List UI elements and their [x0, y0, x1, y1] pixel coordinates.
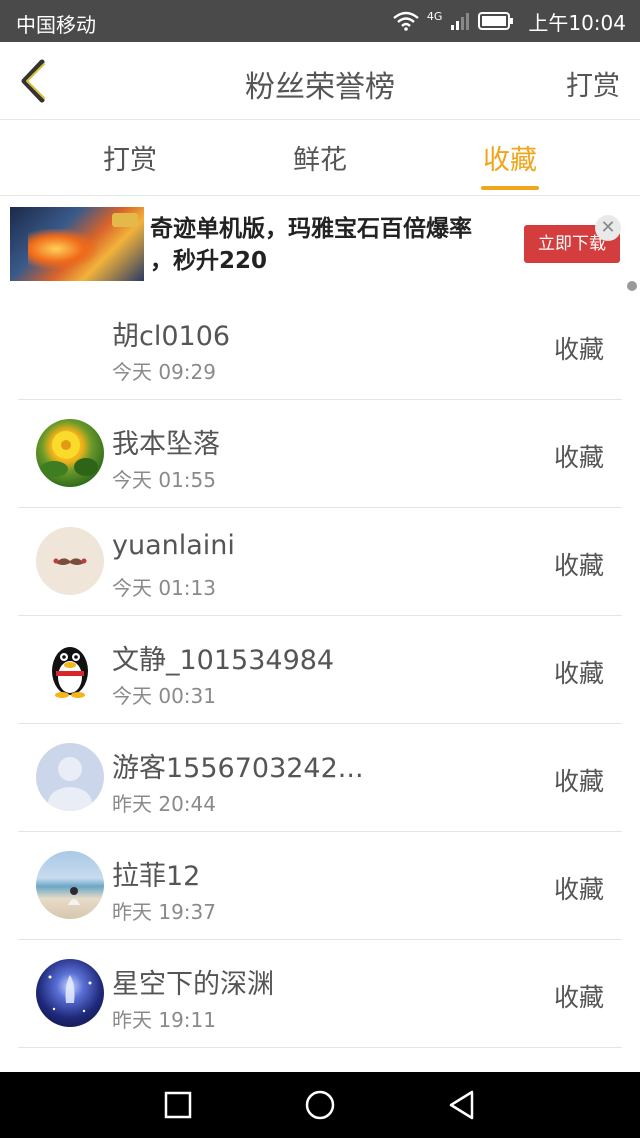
status-bar: 中国移动 4G 上午10:04 — [0, 0, 640, 42]
clock: 上午10:04 — [528, 10, 626, 35]
action-label: 收藏 — [553, 875, 604, 904]
list-item[interactable]: 星空下的深渊 昨天 19:11 收藏 — [0, 940, 640, 1048]
ad-indicator-dot — [627, 281, 637, 291]
default-user-icon — [48, 757, 92, 811]
app-header: 粉丝荣誉榜 打赏 — [0, 42, 640, 120]
avatar[interactable] — [36, 527, 104, 595]
battery-icon — [478, 12, 514, 30]
page-title: 粉丝荣誉榜 — [245, 70, 395, 105]
list-item[interactable]: 我本坠落 今天 01:55 收藏 — [0, 400, 640, 508]
user-name: 胡cl0106 — [112, 321, 231, 352]
tab-bar: 打赏 鲜花 收藏 — [0, 120, 640, 196]
list-item[interactable]: yuanlaini 今天 01:13 收藏 — [0, 508, 640, 616]
avatar[interactable] — [36, 851, 104, 919]
user-name: 游客1556703242... — [112, 753, 364, 784]
ad-image-badge — [112, 213, 138, 227]
list-item[interactable]: 拉菲12 昨天 19:37 收藏 — [0, 832, 640, 940]
tab-favorites[interactable]: 收藏 — [450, 138, 570, 177]
user-name: 文静_101534984 — [112, 645, 335, 676]
square-icon[interactable] — [162, 1089, 194, 1121]
circle-icon[interactable] — [304, 1089, 336, 1121]
action-label: 收藏 — [553, 659, 604, 688]
flower-icon — [40, 431, 98, 477]
avatar[interactable] — [36, 419, 104, 487]
action-label: 收藏 — [553, 335, 604, 364]
action-label: 收藏 — [553, 551, 604, 580]
user-name: 我本坠落 — [112, 429, 220, 460]
user-name: yuanlaini — [112, 530, 235, 561]
timestamp: 今天 09:29 — [112, 360, 216, 384]
status-icons: 4G 上午10:04 — [393, 6, 626, 36]
avatar[interactable] — [36, 311, 104, 379]
close-icon[interactable]: ✕ — [595, 215, 621, 241]
wifi-icon — [393, 11, 419, 31]
fan-list: 胡cl0106 今天 09:29 收藏 我本坠落 今天 01:55 收藏 yua… — [0, 292, 640, 1048]
timestamp: 昨天 19:37 — [112, 900, 216, 924]
active-tab-indicator — [481, 186, 539, 190]
timestamp: 昨天 19:11 — [112, 1008, 216, 1032]
timestamp: 今天 01:55 — [112, 468, 216, 492]
tab-reward[interactable]: 打赏 — [70, 138, 190, 177]
list-item[interactable]: 游客1556703242... 昨天 20:44 收藏 — [0, 724, 640, 832]
penguin-icon — [52, 647, 88, 698]
avatar[interactable] — [36, 959, 104, 1027]
ad-text-line2: ，秒升220 — [150, 248, 268, 274]
timestamp: 今天 00:31 — [112, 684, 216, 708]
action-label: 收藏 — [553, 767, 604, 796]
list-item[interactable]: 胡cl0106 今天 09:29 收藏 — [0, 292, 640, 400]
divider — [18, 1047, 622, 1048]
avatar[interactable] — [36, 635, 104, 703]
ad-banner[interactable]: 奇迹单机版，玛雅宝石百倍爆率 ，秒升220 立即下载 — [0, 197, 640, 289]
ad-image[interactable] — [10, 207, 144, 281]
starry-figure-icon — [48, 975, 92, 1013]
reward-button[interactable]: 打赏 — [566, 64, 620, 103]
network-type-label: 4G — [426, 9, 443, 23]
ad-image-art — [28, 229, 98, 269]
mustache-icon — [53, 558, 87, 565]
action-label: 收藏 — [553, 983, 604, 1012]
carrier-label: 中国移动 — [16, 13, 96, 37]
ad-text[interactable]: 奇迹单机版，玛雅宝石百倍爆率 ，秒升220 — [150, 213, 510, 277]
action-label: 收藏 — [553, 443, 604, 472]
list-item[interactable]: 文静_101534984 今天 00:31 收藏 — [0, 616, 640, 724]
user-name: 星空下的深渊 — [112, 969, 274, 1000]
triangle-back-icon[interactable] — [446, 1089, 478, 1121]
ad-text-line1: 奇迹单机版，玛雅宝石百倍爆率 — [150, 216, 472, 242]
avatar[interactable] — [36, 743, 104, 811]
user-name: 拉菲12 — [112, 861, 201, 892]
signal-icon — [451, 13, 470, 30]
tab-flowers[interactable]: 鲜花 — [260, 138, 380, 177]
system-nav-bar — [0, 1072, 640, 1138]
timestamp: 今天 01:13 — [112, 576, 216, 600]
beach-person-icon — [68, 887, 80, 905]
timestamp: 昨天 20:44 — [112, 792, 216, 816]
